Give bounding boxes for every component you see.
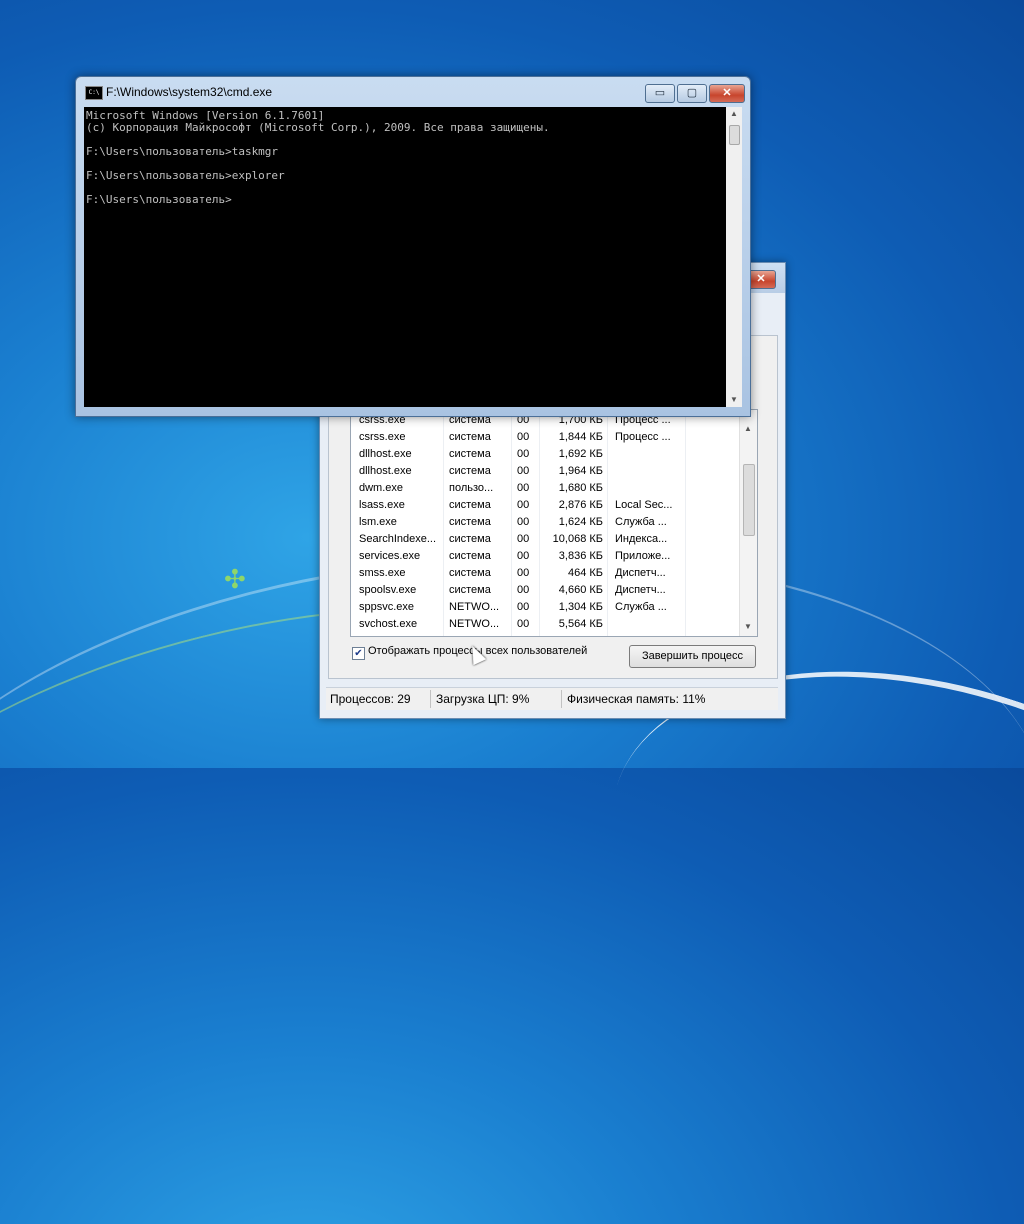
console-output[interactable]: Microsoft Windows [Version 6.1.7601] (c) … xyxy=(84,107,726,407)
process-cpu-cell: 00 xyxy=(517,448,530,460)
process-name-cell: lsass.exe xyxy=(359,499,405,511)
table-row[interactable]: dllhost.exe система 00 1,692 КБ xyxy=(351,446,739,463)
process-mem-cell: 1,624 КБ xyxy=(558,516,603,528)
checkbox-check-icon[interactable]: ✔ xyxy=(352,647,365,660)
process-mem-cell: 4,660 КБ xyxy=(558,584,603,596)
process-user-cell: система xyxy=(449,584,491,596)
table-row[interactable]: csrss.exe система 00 1,844 КБ Процесс ... xyxy=(351,429,739,446)
table-row[interactable]: smss.exe система 00 464 КБ Диспетч... xyxy=(351,565,739,582)
process-user-cell: система xyxy=(449,499,491,511)
process-name-cell: dllhost.exe xyxy=(359,465,412,477)
table-row[interactable]: dllhost.exe система 00 1,964 КБ xyxy=(351,463,739,480)
process-name-cell: dwm.exe xyxy=(359,482,404,494)
process-mem-cell: 3,836 КБ xyxy=(558,550,603,562)
status-bar: Процессов: 29 Загрузка ЦП: 9% Физическая… xyxy=(326,687,778,710)
process-cpu-cell: 00 xyxy=(517,618,530,630)
table-row[interactable]: lsass.exe система 00 2,876 КБ Local Sec... xyxy=(351,497,739,514)
process-list[interactable]: csrss.exe система 00 1,700 КБ Процесс ... csr… xyxy=(350,409,758,637)
process-name-cell: smss.exe xyxy=(359,567,406,579)
process-name-cell: svchost.exe xyxy=(359,618,418,630)
table-row[interactable]: dwm.exe пользо... 00 1,680 КБ xyxy=(351,480,739,497)
cmd-close-button[interactable]: ✕ xyxy=(709,84,745,103)
process-desc-cell: Приложе... xyxy=(615,550,671,562)
wallpaper-flag-icon: ✣ xyxy=(224,564,246,594)
process-name-cell: SearchIndexe... xyxy=(359,533,437,545)
console-scrollbar[interactable]: ▲ ▼ xyxy=(726,107,742,407)
end-process-button[interactable]: Завершить процесс xyxy=(629,645,756,668)
cmd-window-title: F:\Windows\system32\cmd.exe xyxy=(106,85,273,99)
table-row[interactable]: services.exe система 00 3,836 КБ Приложе... xyxy=(351,548,739,565)
process-mem-cell: 1,680 КБ xyxy=(558,482,603,494)
process-mem-cell: 1,304 КБ xyxy=(558,601,603,613)
process-user-cell: система xyxy=(449,516,491,528)
process-desc-cell: Диспетч... xyxy=(615,584,666,596)
minimize-button[interactable]: ▭ xyxy=(645,84,675,103)
process-cpu-cell: 00 xyxy=(517,431,530,443)
process-user-cell: система xyxy=(449,448,491,460)
scroll-up-icon[interactable]: ▲ xyxy=(744,424,752,433)
scroll-down-icon[interactable]: ▼ xyxy=(730,395,738,404)
process-mem-cell: 2,876 КБ xyxy=(558,499,603,511)
status-separator xyxy=(430,690,431,708)
scroll-up-icon[interactable]: ▲ xyxy=(730,109,738,118)
table-row[interactable]: SearchIndexe... система 00 10,068 КБ Индекса… xyxy=(351,531,739,548)
process-desc-cell: Служба ... xyxy=(615,601,667,613)
scrollbar-thumb[interactable] xyxy=(729,125,740,145)
process-mem-cell: 1,844 КБ xyxy=(558,431,603,443)
process-cpu-cell: 00 xyxy=(517,550,530,562)
process-user-cell: NETWO... xyxy=(449,601,500,613)
console-line: F:\Users\пользователь>taskmgr xyxy=(86,145,279,158)
table-row[interactable]: lsm.exe система 00 1,624 КБ Служба ... xyxy=(351,514,739,531)
process-cpu-cell: 00 xyxy=(517,516,530,528)
process-user-cell: пользо... xyxy=(449,482,494,494)
process-cpu-cell: 00 xyxy=(517,601,530,613)
process-name-cell: services.exe xyxy=(359,550,421,562)
process-list-scrollbar[interactable]: ▲ ▼ xyxy=(739,410,757,636)
console-line: F:\Users\пользователь>explorer xyxy=(86,169,285,182)
process-name-cell: lsm.exe xyxy=(359,516,397,528)
process-cpu-cell: 00 xyxy=(517,465,530,477)
process-user-cell: система xyxy=(449,431,491,443)
process-name-cell: sppsvc.exe xyxy=(359,601,415,613)
process-desc-cell: Индекса... xyxy=(615,533,668,545)
process-desc-cell: Диспетч... xyxy=(615,567,666,579)
process-user-cell: NETWO... xyxy=(449,618,500,630)
maximize-button[interactable]: ▢ xyxy=(677,84,707,103)
scroll-down-icon[interactable]: ▼ xyxy=(744,622,752,631)
process-mem-cell: 464 КБ xyxy=(567,567,603,579)
console-line: (c) Корпорация Майкрософт (Microsoft Cor… xyxy=(86,121,550,134)
process-cpu-cell: 00 xyxy=(517,533,530,545)
process-mem-cell: 10,068 КБ xyxy=(552,533,603,545)
process-cpu-cell: 00 xyxy=(517,499,530,511)
console-icon: C:\ xyxy=(85,86,103,100)
table-row[interactable]: sppsvc.exe NETWO... 00 1,304 КБ Служба ... xyxy=(351,599,739,616)
process-name-cell: spoolsv.exe xyxy=(359,584,417,596)
console-line: F:\Users\пользователь> xyxy=(86,193,232,206)
process-user-cell: система xyxy=(449,550,491,562)
process-name-cell: csrss.exe xyxy=(359,431,406,443)
process-mem-cell: 1,964 КБ xyxy=(558,465,603,477)
process-cpu-cell: 00 xyxy=(517,567,530,579)
process-name-cell: dllhost.exe xyxy=(359,448,412,460)
process-cpu-cell: 00 xyxy=(517,584,530,596)
table-row[interactable]: svchost.exe NETWO... 00 5,564 КБ xyxy=(351,616,739,633)
process-desc-cell: Local Sec... xyxy=(615,499,673,511)
scrollbar-thumb[interactable] xyxy=(743,464,755,536)
process-cpu-cell: 00 xyxy=(517,482,530,494)
status-process-count: Процессов: 29 xyxy=(330,692,411,706)
process-desc-cell: Служба ... xyxy=(615,516,667,528)
status-cpu-usage: Загрузка ЦП: 9% xyxy=(436,692,530,706)
process-user-cell: система xyxy=(449,533,491,545)
process-user-cell: система xyxy=(449,567,491,579)
process-desc-cell: Процесс ... xyxy=(615,431,671,443)
process-mem-cell: 5,564 КБ xyxy=(558,618,603,630)
status-memory-usage: Физическая память: 11% xyxy=(567,692,706,706)
process-user-cell: система xyxy=(449,465,491,477)
cmd-window: C:\ F:\Windows\system32\cmd.exe ▭ ▢ ✕ Mi… xyxy=(75,76,751,417)
process-mem-cell: 1,692 КБ xyxy=(558,448,603,460)
status-separator xyxy=(561,690,562,708)
table-row[interactable]: spoolsv.exe система 00 4,660 КБ Диспетч... xyxy=(351,582,739,599)
